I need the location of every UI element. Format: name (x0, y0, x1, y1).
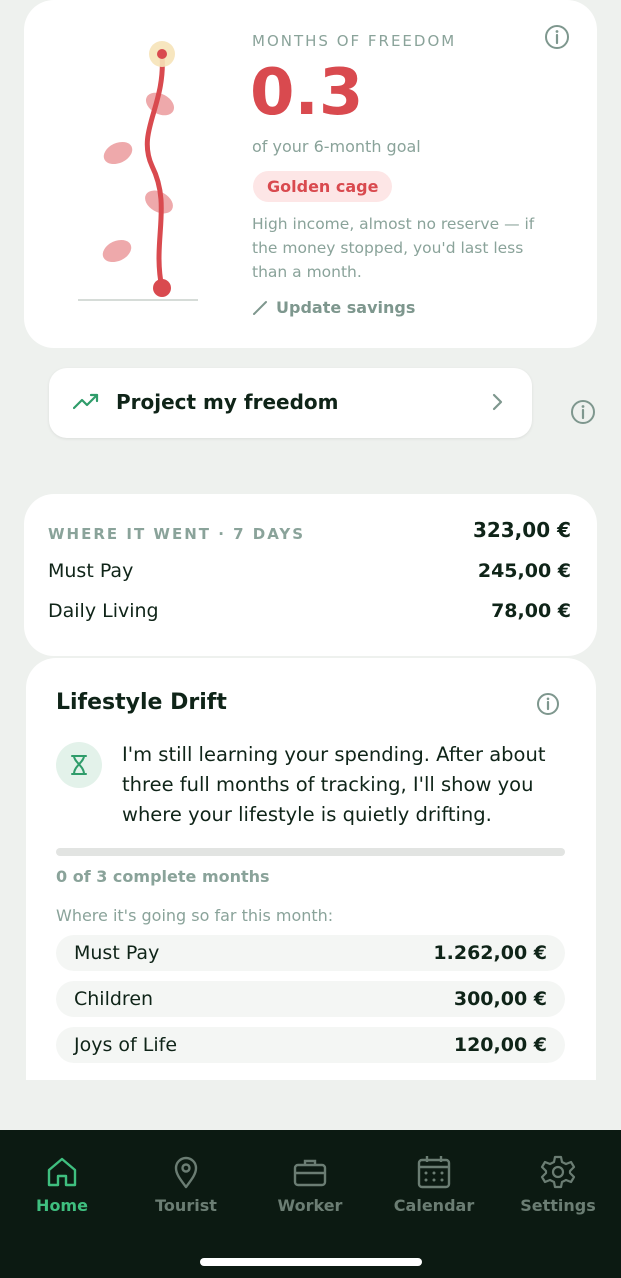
nav-label: Tourist (155, 1196, 217, 1215)
month-breakdown-heading: Where it's going so far this month: (56, 906, 334, 925)
category-label: Joys of Life (74, 1034, 178, 1056)
spending-row-value: 245,00 € (477, 560, 571, 582)
nav-item-worker[interactable]: Worker (255, 1154, 365, 1215)
chevron-right-icon (492, 393, 503, 411)
hourglass-icon (56, 742, 102, 788)
nav-item-home[interactable]: Home (7, 1154, 117, 1215)
freedom-months-value: 0.3 (250, 56, 364, 130)
nav-item-calendar[interactable]: Calendar (379, 1154, 489, 1215)
list-item: Joys of Life 120,00 € (56, 1027, 565, 1063)
home-icon (47, 1157, 77, 1187)
nav-label: Home (36, 1196, 88, 1215)
freedom-label: MONTHS OF FREEDOM (252, 32, 457, 50)
list-item: Must Pay 1.262,00 € (56, 935, 565, 971)
months-progress-text: 0 of 3 complete months (56, 867, 270, 886)
briefcase-icon (293, 1159, 327, 1187)
spending-row-label: Daily Living (48, 600, 159, 622)
bottom-navigation: Home Tourist Worker Calendar Settings (0, 1130, 621, 1278)
freedom-vine-illustration (78, 41, 198, 301)
nav-item-tourist[interactable]: Tourist (131, 1154, 241, 1215)
nav-label: Settings (520, 1196, 596, 1215)
calendar-icon (417, 1156, 451, 1189)
nav-item-settings[interactable]: Settings (503, 1154, 613, 1215)
freedom-goal-text: of your 6-month goal (252, 137, 421, 156)
spending-total: 323,00 € (472, 518, 571, 542)
trending-up-icon (73, 393, 99, 410)
nav-label: Calendar (393, 1196, 475, 1215)
update-savings-button[interactable]: Update savings (252, 298, 415, 317)
category-amount: 1.262,00 € (433, 942, 547, 964)
lifestyle-drift-title: Lifestyle Drift (56, 690, 227, 715)
project-freedom-button[interactable]: Project my freedom (49, 368, 532, 438)
category-label: Must Pay (74, 942, 160, 964)
lifestyle-drift-card: Lifestyle Drift I'm still learning your … (26, 658, 596, 1080)
spending-summary-card: WHERE IT WENT · 7 DAYS 323,00 € Must Pay… (24, 494, 597, 656)
category-amount: 120,00 € (453, 1034, 547, 1056)
home-indicator[interactable] (200, 1258, 422, 1266)
nav-label: Worker (277, 1196, 343, 1215)
status-badge: Golden cage (253, 171, 393, 202)
freedom-card: MONTHS OF FREEDOM 0.3 of your 6-month go… (24, 0, 597, 348)
spending-heading: WHERE IT WENT · 7 DAYS (48, 525, 306, 543)
lifestyle-drift-message: I'm still learning your spending. After … (122, 743, 546, 826)
pencil-icon (253, 300, 267, 315)
update-savings-label: Update savings (276, 298, 416, 317)
spending-row-value: 78,00 € (491, 600, 571, 622)
info-icon[interactable] (570, 399, 596, 425)
months-progress-bar (56, 848, 565, 856)
info-icon[interactable] (544, 24, 570, 50)
info-icon[interactable] (535, 691, 561, 717)
map-pin-icon (174, 1156, 198, 1189)
project-freedom-label: Project my freedom (116, 390, 339, 414)
category-amount: 300,00 € (453, 988, 547, 1010)
spending-row-label: Must Pay (48, 560, 134, 582)
list-item: Children 300,00 € (56, 981, 565, 1017)
category-label: Children (74, 988, 154, 1010)
freedom-description: High income, almost no reserve — if the … (252, 215, 535, 281)
gear-icon (540, 1155, 576, 1189)
